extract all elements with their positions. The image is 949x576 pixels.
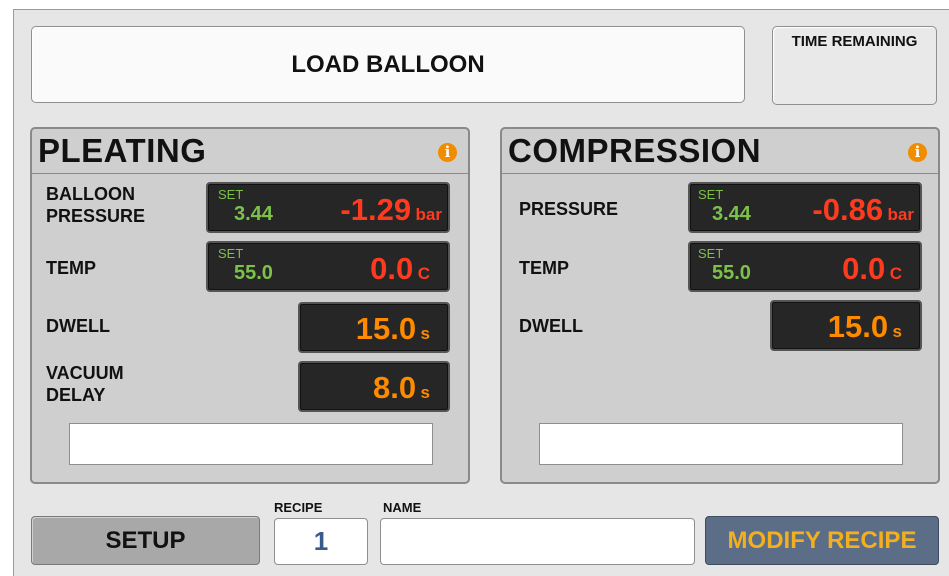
pleating-message-box [69, 423, 433, 465]
pleating-info-icon[interactable]: i [438, 143, 457, 162]
pleating-dwell-value: 15.0 s [355, 311, 430, 346]
compression-info-icon[interactable]: i [908, 143, 927, 162]
recipe-label: RECIPE [274, 500, 323, 515]
recipe-name-field[interactable] [380, 518, 695, 565]
compression-temp-actual: 0.0 C [842, 251, 902, 286]
modify-recipe-button[interactable]: MODIFY RECIPE [705, 516, 939, 565]
compression-message-box [539, 423, 903, 465]
pleating-title: PLEATING [38, 132, 207, 169]
compression-temp-set-value: 55.0 [712, 262, 751, 284]
compression-temp-set-label: SET [698, 246, 724, 261]
balloon-pressure-actual: -1.29 bar [340, 192, 442, 227]
compression-dwell-value: 15.0 s [827, 309, 902, 344]
balloon-pressure-set-label: SET [218, 187, 244, 202]
pleating-temp-actual: 0.0 C [370, 251, 430, 286]
recipe-number-field[interactable]: 1 [274, 518, 368, 565]
time-remaining-label: TIME REMAINING [791, 33, 918, 50]
balloon-pressure-set-value: 3.44 [234, 203, 273, 225]
pleating-temp-label: TEMP [46, 258, 97, 278]
pleating-temp-set-value: 55.0 [234, 262, 273, 284]
compression-pressure-label: PRESSURE [519, 199, 619, 219]
vacuum-delay-value: 8.0 s [372, 370, 430, 405]
compression-pressure-set-label: SET [698, 187, 724, 202]
status-message: LOAD BALLOON [291, 50, 485, 78]
setup-button[interactable]: SETUP [31, 516, 260, 565]
name-label: NAME [383, 500, 422, 515]
balloon-pressure-label: BALLOON PRESSURE [46, 184, 146, 226]
vacuum-delay-label: VACUUM DELAY [46, 363, 124, 405]
pleating-dwell-label: DWELL [46, 316, 110, 336]
compression-pressure-set-value: 3.44 [712, 203, 751, 225]
compression-title: COMPRESSION [508, 132, 762, 169]
compression-pressure-actual: -0.86 bar [812, 192, 914, 227]
compression-dwell-label: DWELL [519, 316, 583, 336]
pleating-temp-set-label: SET [218, 246, 244, 261]
compression-temp-label: TEMP [519, 258, 570, 278]
